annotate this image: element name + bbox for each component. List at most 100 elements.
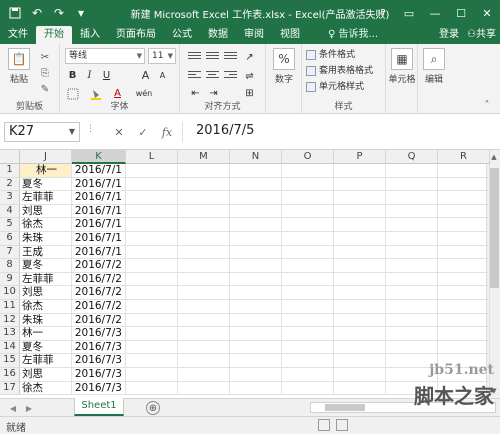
cell-q13[interactable] xyxy=(386,327,438,341)
normal-view-icon[interactable] xyxy=(318,419,330,431)
cell-j12[interactable]: 朱珠 xyxy=(20,313,72,328)
cell-k17[interactable]: 2016/7/3 xyxy=(72,381,126,396)
minimize-button[interactable]: — xyxy=(422,0,448,26)
cell-o4[interactable] xyxy=(282,204,334,219)
center-align-icon[interactable] xyxy=(206,71,219,82)
column-header-n[interactable]: N xyxy=(230,150,282,164)
cell-n11[interactable] xyxy=(230,300,282,314)
row-header[interactable]: 3 xyxy=(0,191,20,205)
cell-q10[interactable] xyxy=(386,286,438,300)
row-header[interactable]: 2 xyxy=(0,177,20,192)
cell-j9[interactable]: 左菲菲 xyxy=(20,272,72,287)
cell-r1[interactable] xyxy=(438,164,490,178)
column-header-r[interactable]: R xyxy=(438,150,490,164)
cell-j6[interactable]: 朱珠 xyxy=(20,232,72,246)
page-layout-view-icon[interactable] xyxy=(336,419,348,431)
cell-o12[interactable] xyxy=(282,313,334,328)
middle-align-icon[interactable] xyxy=(206,52,219,63)
cell-l4[interactable] xyxy=(126,204,178,219)
sheet-tab[interactable]: Sheet1 xyxy=(74,398,124,416)
redo-icon[interactable]: ↷ xyxy=(50,4,68,22)
row-header[interactable]: 11 xyxy=(0,300,20,314)
name-box[interactable]: K27 ▼ xyxy=(4,122,80,142)
cell-k4[interactable]: 2016/7/1 xyxy=(72,204,126,219)
cell-k2[interactable]: 2016/7/1 xyxy=(72,177,126,192)
cell-l5[interactable] xyxy=(126,218,178,232)
cell-n14[interactable] xyxy=(230,340,282,355)
cell-k3[interactable]: 2016/7/1 xyxy=(72,191,126,205)
cell-l17[interactable] xyxy=(126,381,178,396)
formula-input[interactable]: 2016/7/5 xyxy=(196,123,254,138)
cell-m3[interactable] xyxy=(178,191,230,205)
orientation-icon[interactable]: ↗ xyxy=(242,50,257,65)
cell-p1[interactable] xyxy=(334,164,386,178)
cell-q5[interactable] xyxy=(386,218,438,232)
cell-r6[interactable] xyxy=(438,232,490,246)
cell-m6[interactable] xyxy=(178,232,230,246)
cell-k10[interactable]: 2016/7/2 xyxy=(72,286,126,300)
row-header[interactable]: 9 xyxy=(0,272,20,287)
tell-me-box[interactable]: ♀ 告诉我... xyxy=(328,28,378,42)
cell-n16[interactable] xyxy=(230,368,282,382)
cell-l13[interactable] xyxy=(126,327,178,341)
cell-l7[interactable] xyxy=(126,245,178,260)
cell-r3[interactable] xyxy=(438,191,490,205)
cell-k1[interactable]: 2016/7/1 xyxy=(72,164,126,178)
cell-q12[interactable] xyxy=(386,313,438,328)
cell-k6[interactable]: 2016/7/1 xyxy=(72,232,126,246)
row-header[interactable]: 14 xyxy=(0,340,20,355)
cell-r7[interactable] xyxy=(438,245,490,260)
wrap-text-icon[interactable]: ⇌ xyxy=(242,69,257,84)
shrink-font-button[interactable]: A xyxy=(155,68,170,83)
enter-button[interactable]: ✓ xyxy=(134,123,152,141)
row-header[interactable]: 5 xyxy=(0,218,20,232)
cell-j15[interactable]: 左菲菲 xyxy=(20,354,72,368)
cell-o13[interactable] xyxy=(282,327,334,341)
cell-m10[interactable] xyxy=(178,286,230,300)
cell-k9[interactable]: 2016/7/2 xyxy=(72,272,126,287)
column-header-p[interactable]: P xyxy=(334,150,386,164)
cell-m8[interactable] xyxy=(178,259,230,273)
cell-o11[interactable] xyxy=(282,300,334,314)
help-button[interactable]: ? xyxy=(370,0,396,26)
cell-r10[interactable] xyxy=(438,286,490,300)
h-scroll-thumb[interactable] xyxy=(325,404,365,411)
cell-o1[interactable] xyxy=(282,164,334,178)
cell-p11[interactable] xyxy=(334,300,386,314)
cell-n4[interactable] xyxy=(230,204,282,219)
cell-k16[interactable]: 2016/7/3 xyxy=(72,368,126,382)
row-header[interactable]: 7 xyxy=(0,245,20,260)
cell-j17[interactable]: 徐杰 xyxy=(20,381,72,396)
cell-l11[interactable] xyxy=(126,300,178,314)
cell-m12[interactable] xyxy=(178,313,230,328)
cell-o6[interactable] xyxy=(282,232,334,246)
cell-n3[interactable] xyxy=(230,191,282,205)
cell-n10[interactable] xyxy=(230,286,282,300)
row-header[interactable]: 10 xyxy=(0,286,20,300)
cell-l16[interactable] xyxy=(126,368,178,382)
scroll-thumb[interactable] xyxy=(489,168,499,288)
cell-r2[interactable] xyxy=(438,177,490,192)
save-icon[interactable] xyxy=(6,4,24,22)
cell-m14[interactable] xyxy=(178,340,230,355)
cell-q14[interactable] xyxy=(386,340,438,355)
cell-o17[interactable] xyxy=(282,381,334,396)
row-header[interactable]: 13 xyxy=(0,327,20,341)
conditional-format-button[interactable]: 条件格式 xyxy=(306,48,355,62)
cell-k12[interactable]: 2016/7/2 xyxy=(72,313,126,328)
right-align-icon[interactable] xyxy=(224,71,237,82)
cell-l8[interactable] xyxy=(126,259,178,273)
cell-n13[interactable] xyxy=(230,327,282,341)
cell-p3[interactable] xyxy=(334,191,386,205)
cell-r14[interactable] xyxy=(438,340,490,355)
cell-styles-button[interactable]: 单元格样式 xyxy=(306,80,364,94)
format-as-table-button[interactable]: 套用表格格式 xyxy=(306,64,373,78)
cell-k11[interactable]: 2016/7/2 xyxy=(72,300,126,314)
cell-o15[interactable] xyxy=(282,354,334,368)
underline-button[interactable]: U xyxy=(99,68,114,83)
cell-j2[interactable]: 夏冬 xyxy=(20,177,72,192)
cell-n2[interactable] xyxy=(230,177,282,192)
tab-data[interactable]: 数据 xyxy=(200,26,236,44)
column-header-q[interactable]: Q xyxy=(386,150,438,164)
cell-l6[interactable] xyxy=(126,232,178,246)
